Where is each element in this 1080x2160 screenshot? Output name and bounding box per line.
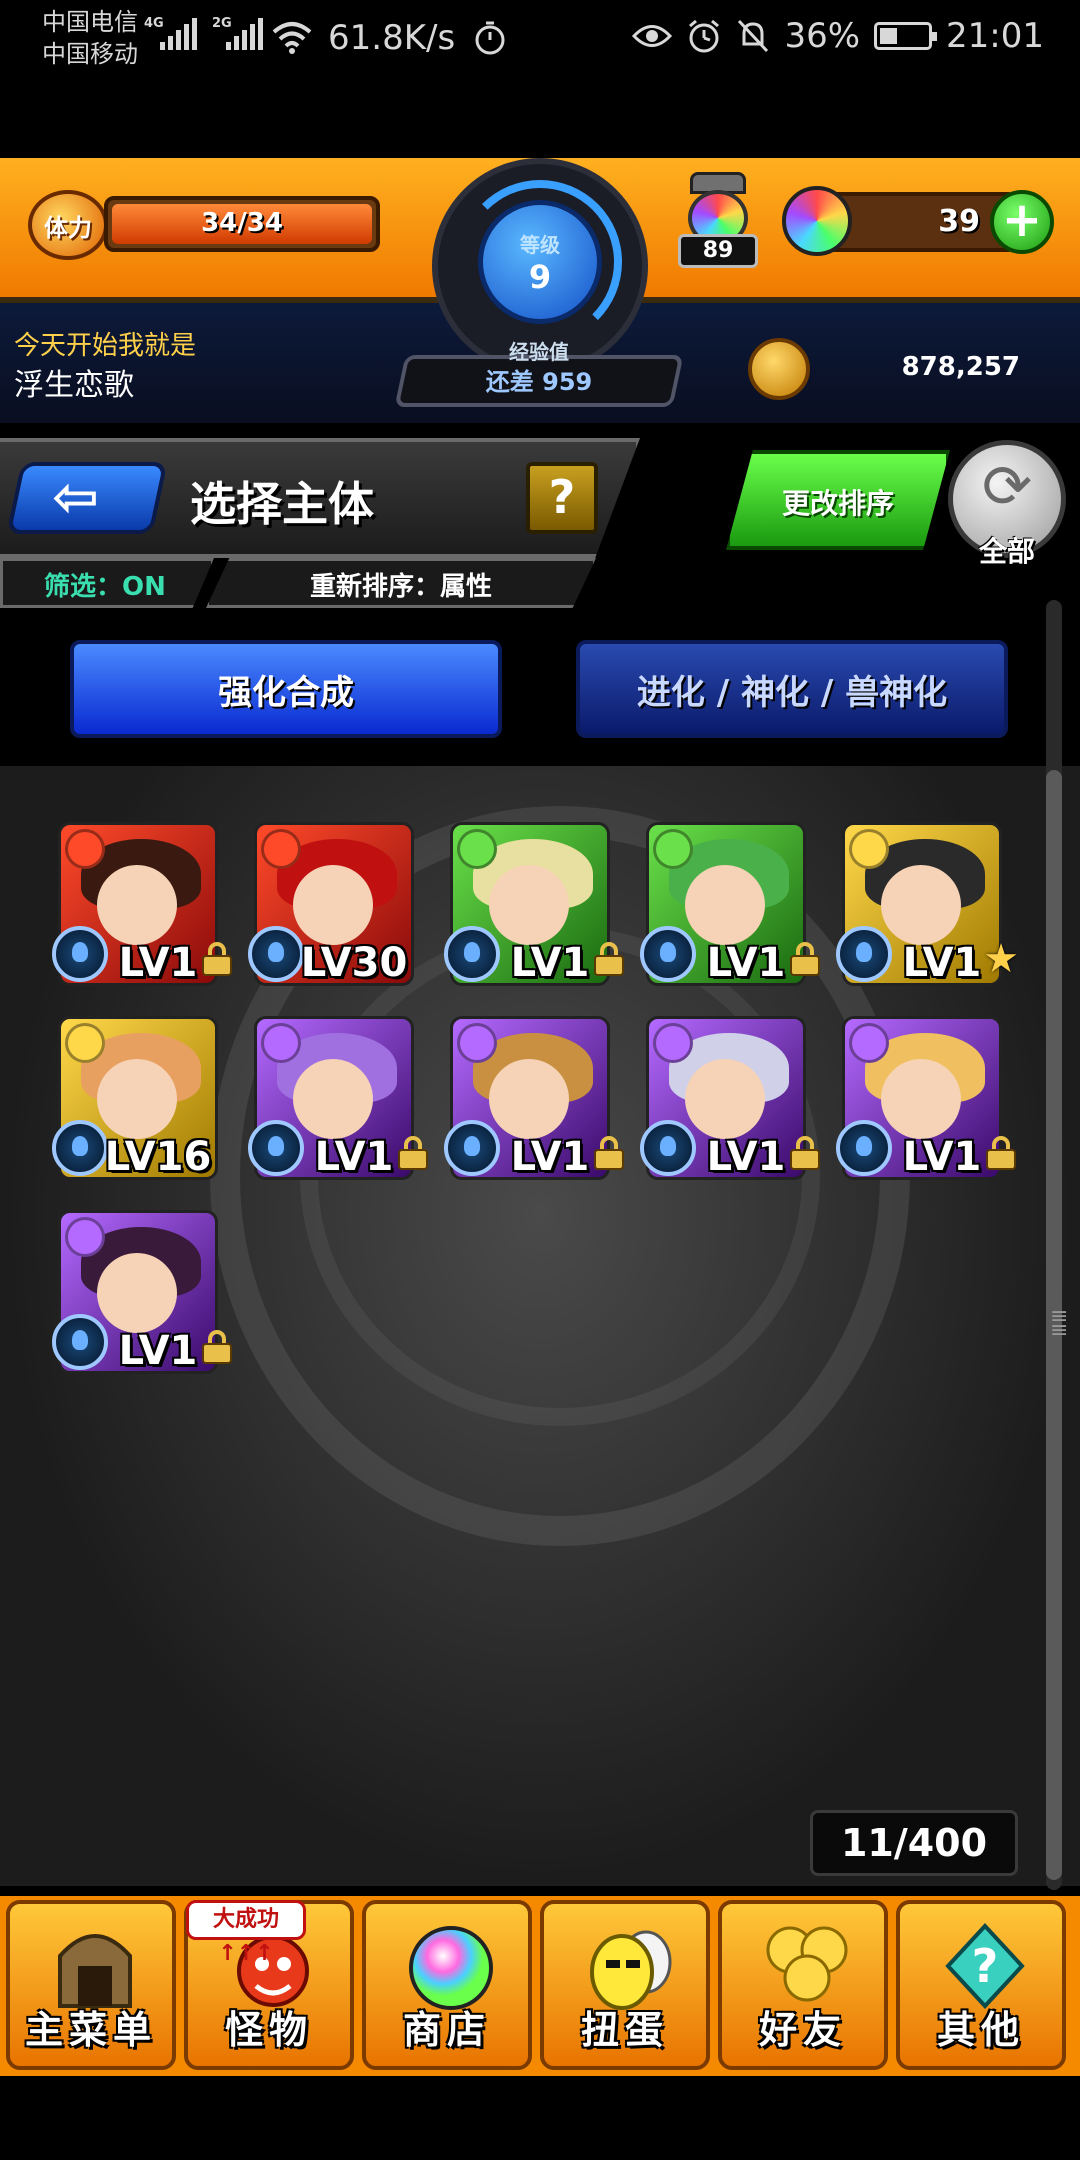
clock: 21:01 [946,16,1044,56]
monster-card[interactable]: LV16 [52,1016,248,1206]
monster-badge: 大成功↑↑↑ [186,1900,306,1966]
nav-label: 主菜单 [24,2008,157,2052]
nav-item-5[interactable]: ? 其他 [896,1900,1066,2070]
monster-level: LV1 [510,940,590,986]
monster-level: LV1 [706,940,786,986]
box-count: 11/400 [810,1810,1018,1876]
monster-level: LV16 [104,1134,212,1180]
lock-icon [202,1330,232,1364]
alarm-icon [689,19,720,53]
add-orbs-button[interactable]: + [990,190,1054,254]
lock-icon [986,1136,1016,1170]
material-icon[interactable]: 89 [676,172,760,272]
battery-icon [874,22,938,50]
monster-card[interactable]: LV1 ★ [836,822,1032,1012]
level-badge[interactable]: 等级 9 [478,200,602,324]
signal-2-icon [226,18,263,50]
tab-evolve[interactable]: 进化 / 神化 / 兽神化 [576,640,1008,738]
monster-level: LV1 [314,1134,394,1180]
orb-count: 39 [938,204,980,239]
lock-icon [790,1136,820,1170]
nav-item-0[interactable]: 主菜单 [6,1900,176,2070]
monster-card[interactable]: LV1 [836,1016,1032,1206]
help-button[interactable]: ? [526,462,598,534]
nav-item-4[interactable]: 好友 [718,1900,888,2070]
lock-icon [594,942,624,976]
eye-icon [632,25,673,47]
monster-card[interactable]: LV1 [248,1016,444,1206]
stamina-text: 34/34 [201,208,283,238]
nav-item-3[interactable]: 扭蛋 [540,1900,710,2070]
net-speed: 61.8K/s [328,18,456,58]
lock-icon [202,942,232,976]
stamina-label: 体力 [44,213,92,242]
tab-power-up[interactable]: 强化合成 [70,640,502,738]
exp-label: 经验值 [509,340,569,364]
scroll-grip-icon: ≡ ≡ [1050,1304,1069,1343]
monster-card[interactable]: LV1 [52,1210,248,1400]
nav-label: 其他 [936,2008,1025,2052]
star-icon: ★ [983,936,1019,982]
status-right: 36% 21:01 [632,16,1044,56]
sort-status: 重新排序：属性 [309,572,492,602]
back-arrow-icon: ⇦ [52,465,99,530]
stamina-bar[interactable]: 34/34 [104,196,380,252]
signal-1-icon [160,18,197,50]
gold-coin-icon [748,338,810,400]
monster-card[interactable]: LV1 [52,822,248,1012]
level-label: 等级 [520,232,560,257]
monster-level: LV30 [300,940,408,986]
change-sort-label: 更改排序 [781,487,894,520]
exp-remaining: 还差 959 [485,368,593,396]
nav-label: 扭蛋 [580,2008,669,2052]
monster-level: LV1 [706,1134,786,1180]
monster-card[interactable]: LV1 [640,822,836,1012]
nav-item-2[interactable]: 商店 [362,1900,532,2070]
carrier-1: 中国电信 [42,8,138,36]
nav-label: 商店 [402,2008,491,2052]
page-title: 选择主体 [190,477,374,531]
lock-icon [790,942,820,976]
nav-label: 好友 [758,2008,847,2052]
monster-card[interactable]: LV30 [248,822,444,1012]
material-count: 89 [678,234,758,268]
mute-icon [738,19,769,53]
nav-label: 怪物 [224,2008,313,2052]
level-value: 9 [528,257,552,296]
wifi-icon [272,22,312,54]
home-bar [0,2076,1080,2160]
filter-status: 筛选：ON [44,572,166,602]
player-name: 浮生恋歌 [14,368,134,403]
lock-icon [398,1136,428,1170]
show-all-label: 全部 [978,535,1035,568]
monster-level: LV1 [118,1328,198,1374]
refresh-icon: ⟳ [981,452,1033,522]
status-bar: 中国电信 中国移动 4G 2G 61.8K/s 36% 21:01 [0,0,1080,80]
gold-amount: 878,257 [901,352,1020,382]
timer-icon [475,21,505,55]
player-motto: 今天开始我就是 [14,331,197,361]
monster-card[interactable]: LV1 [444,822,640,1012]
monster-level: LV1 [510,1134,590,1180]
monster-level: LV1 [902,1134,982,1180]
battery-percent: 36% [784,16,861,56]
carrier-names: 中国电信 中国移动 [42,6,138,70]
svg-text:?: ? [972,1939,999,1993]
monster-card[interactable]: LV1 [444,1016,640,1206]
rainbow-orb-icon [782,186,852,256]
carrier-2: 中国移动 [42,40,138,68]
lock-icon [594,1136,624,1170]
monster-card[interactable]: LV1 [640,1016,836,1206]
monster-level: LV1 [118,940,198,986]
stamina-icon: 体力 [28,190,108,260]
